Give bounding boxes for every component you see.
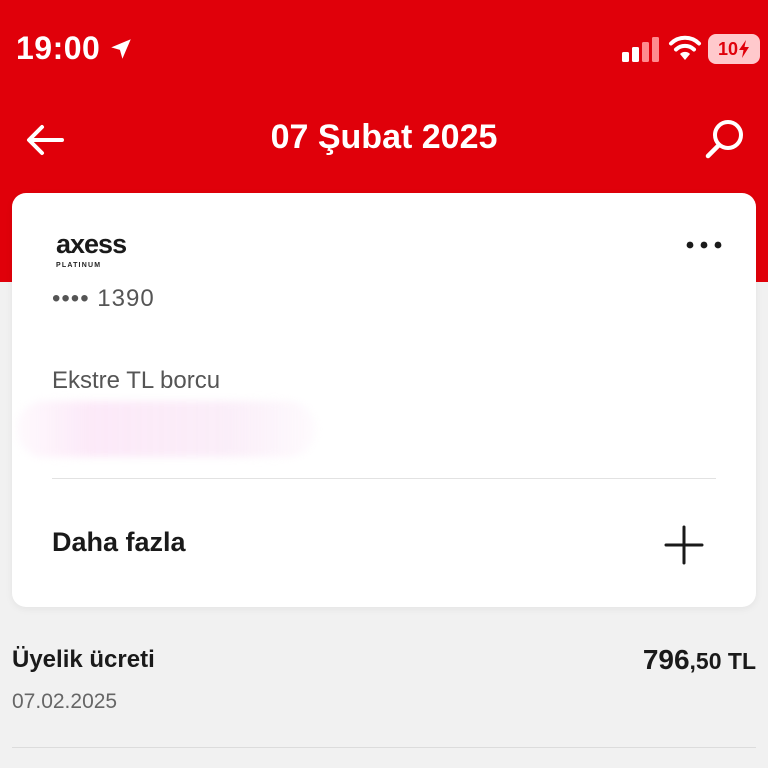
redacted-amount [16, 401, 316, 457]
status-time: 19:00 [16, 30, 101, 66]
transaction-amount: 796,50 TL [643, 644, 756, 676]
transaction-row[interactable]: Üyelik ücreti 07.02.2025 796,50 TL [0, 620, 768, 748]
battery-charging-icon [739, 40, 750, 58]
expand-more-row[interactable]: Daha fazla [12, 479, 756, 607]
more-horizontal-icon[interactable] [684, 235, 724, 255]
cellular-signal-icon [622, 37, 659, 62]
plus-icon[interactable] [662, 523, 706, 567]
expand-more-label: Daha fazla [52, 527, 186, 557]
search-icon[interactable] [700, 116, 750, 164]
axess-logo: axess PLATINUM [56, 229, 127, 270]
transaction-divider [12, 747, 756, 748]
amount-integer: 796 [642, 644, 690, 675]
card-number: •••• 1390 [52, 285, 155, 312]
status-time-group: 19:00 [16, 30, 134, 67]
logo-brand-tier: PLATINUM [56, 262, 102, 269]
battery-indicator: 10 [708, 34, 760, 64]
amount-decimal: ,50 TL [689, 648, 756, 674]
app-screen: 19:00 10 07 Şubat 2025 axess PLATINUM ••… [0, 0, 768, 768]
logo-brand-name: axess [56, 229, 127, 259]
transaction-title: Üyelik ücreti [12, 646, 155, 673]
statement-debt-label: Ekstre TL borcu [52, 367, 221, 394]
credit-card-panel: axess PLATINUM •••• 1390 Ekstre TL borcu… [12, 193, 756, 607]
location-arrow-icon [111, 38, 132, 59]
nav-bar: 07 Şubat 2025 [0, 100, 768, 190]
wifi-icon [669, 35, 701, 60]
transaction-date: 07.02.2025 [12, 690, 118, 713]
status-bar: 19:00 10 [0, 0, 768, 100]
page-title: 07 Şubat 2025 [270, 118, 498, 156]
battery-level: 10 [717, 38, 739, 59]
